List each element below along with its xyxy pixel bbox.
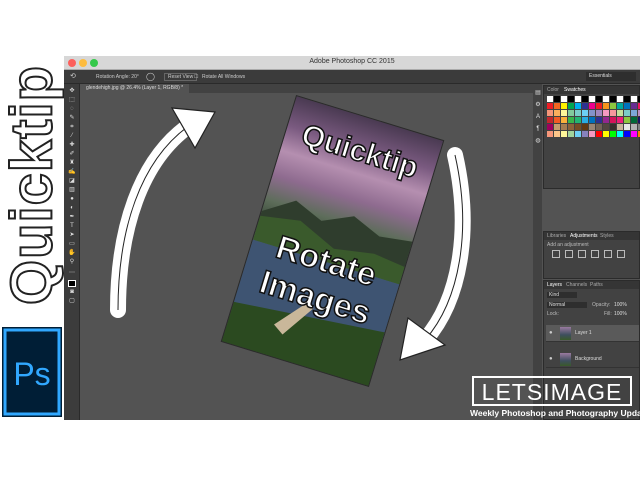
brand-name: LETSIMAGE: [481, 379, 623, 405]
arrow-down-icon: [399, 147, 471, 361]
brand-tagline: Weekly Photoshop and Photography Updates: [470, 408, 640, 418]
arrow-up-icon: [110, 107, 216, 318]
brand-logo-box: LETSIMAGE: [472, 376, 632, 406]
